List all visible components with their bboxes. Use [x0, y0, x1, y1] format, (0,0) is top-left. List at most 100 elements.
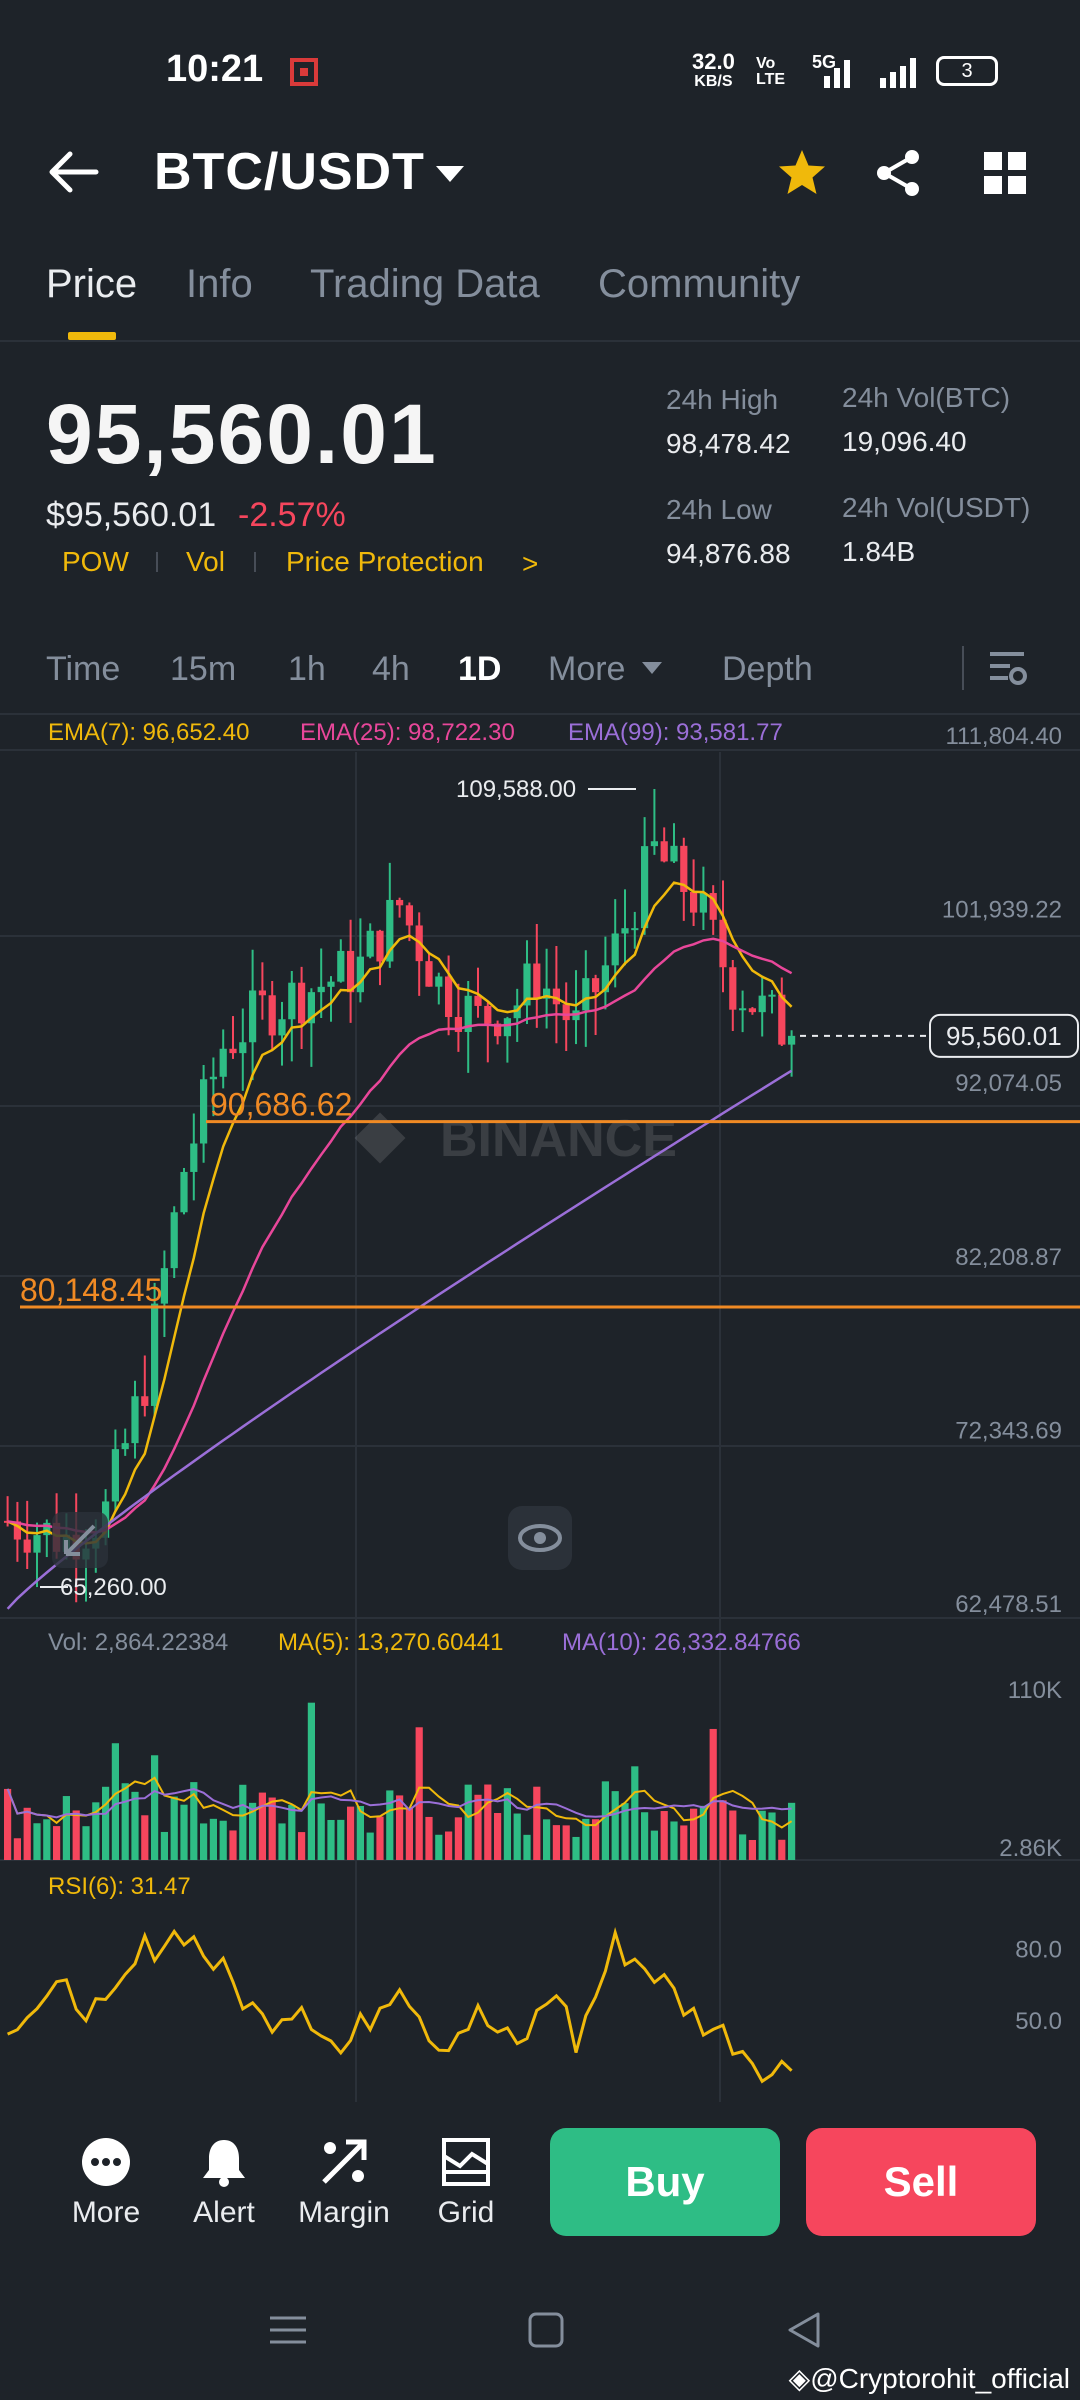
volume-bar	[160, 1831, 168, 1860]
timeframe-4h[interactable]: 4h	[372, 650, 410, 689]
volume-bar	[347, 1806, 355, 1860]
volume-bar	[474, 1794, 482, 1860]
horizontal-line-2-label: 80,148.45	[20, 1272, 162, 1308]
badge-price-protection[interactable]: Price Protection	[286, 546, 484, 578]
volume-bar	[62, 1796, 70, 1860]
volume-bar	[670, 1821, 678, 1860]
nav-menu-icon[interactable]	[268, 2310, 308, 2350]
more-icon[interactable]	[80, 2136, 132, 2188]
candle-body	[151, 1303, 159, 1406]
timeframe-time[interactable]: Time	[46, 650, 120, 689]
volte-bottom: LTE	[756, 71, 786, 88]
eye-icon[interactable]	[508, 1506, 572, 1570]
nav-back-icon[interactable]	[784, 2310, 824, 2350]
candle-body	[562, 1004, 570, 1021]
volume-bar	[298, 1832, 306, 1860]
tab-active-indicator	[68, 332, 116, 340]
grid-button[interactable]: Grid	[416, 2196, 516, 2230]
candle-body	[278, 1019, 286, 1036]
expand-chart-icon[interactable]	[52, 1512, 108, 1568]
caret-down-icon[interactable]	[642, 662, 662, 674]
candle-body	[190, 1143, 198, 1172]
candle-body	[23, 1539, 31, 1553]
tab-info[interactable]: Info	[186, 262, 253, 307]
price-axis-tick: 111,804.40	[945, 723, 1062, 750]
volume-bar	[680, 1825, 688, 1860]
grid-bot-icon[interactable]	[440, 2136, 492, 2188]
tab-trading-data[interactable]: Trading Data	[310, 262, 540, 307]
volume-bar	[209, 1818, 217, 1860]
candle-body	[621, 928, 629, 934]
horizontal-line-1-label: 90,686.62	[210, 1087, 352, 1123]
volume-bar	[748, 1839, 756, 1860]
candle-body	[425, 961, 433, 987]
volume-bar	[356, 1805, 364, 1860]
candle-body	[445, 976, 453, 1017]
volume-bar	[552, 1825, 560, 1860]
candle-body	[121, 1443, 129, 1450]
tab-price[interactable]: Price	[46, 262, 137, 307]
network-speed-value: 32.0	[692, 49, 735, 74]
candle-body	[200, 1079, 208, 1144]
pair-dropdown-icon[interactable]	[436, 166, 464, 182]
stat-vol-btc-value: 19,096.40	[842, 426, 967, 457]
rsi-legend: RSI(6): 31.47	[48, 1873, 191, 1900]
volume-bar	[258, 1792, 266, 1860]
badge-vol[interactable]: Vol	[186, 546, 225, 578]
candle-body	[249, 990, 257, 1043]
volume-bar	[72, 1810, 80, 1860]
timeframe-1d[interactable]: 1D	[458, 650, 501, 689]
candle-body	[33, 1535, 41, 1553]
back-arrow-icon[interactable]	[48, 150, 100, 194]
candle-body	[533, 963, 541, 999]
notification-icon	[290, 58, 318, 86]
timeframe-15m[interactable]: 15m	[170, 650, 236, 689]
rsi-axis-tick: 80.0	[1015, 1937, 1062, 1964]
candle-body	[631, 928, 639, 931]
candle-body	[111, 1449, 119, 1502]
margin-button[interactable]: Margin	[294, 2196, 394, 2230]
candle-body	[582, 978, 590, 1011]
more-button[interactable]: More	[56, 2196, 156, 2230]
credit-watermark: ◈@Cryptorohit_official	[789, 2362, 1070, 2395]
volume-bar	[239, 1784, 247, 1860]
sell-button[interactable]: Sell	[806, 2128, 1036, 2236]
share-icon[interactable]	[874, 148, 924, 198]
candle-body	[298, 982, 306, 1024]
alert-button[interactable]: Alert	[174, 2196, 274, 2230]
chevron-right-icon[interactable]: >	[522, 548, 538, 580]
rsi-line	[6, 1927, 793, 2084]
ema7-legend: EMA(7): 96,652.40	[48, 719, 249, 746]
volume-bar	[170, 1796, 178, 1860]
badge-divider	[156, 552, 158, 572]
candle-body	[327, 981, 335, 987]
volume-bar	[111, 1743, 119, 1860]
candle-body	[219, 1048, 227, 1077]
candle-body	[209, 1076, 217, 1080]
timeframe-depth[interactable]: Depth	[722, 650, 813, 689]
favorite-star-icon[interactable]	[776, 148, 828, 198]
price-axis-tick: 62,478.51	[955, 1591, 1062, 1618]
candle-body	[641, 846, 649, 929]
tabs-divider	[0, 340, 1080, 342]
bell-icon[interactable]	[198, 2136, 250, 2188]
candle-body	[690, 891, 698, 913]
volume-bar	[719, 1800, 727, 1860]
status-time: 10:21	[166, 48, 264, 90]
timeframe-more[interactable]: More	[548, 650, 625, 689]
current-price-tag-text: 95,560.01	[946, 1021, 1062, 1051]
candle-body	[758, 995, 766, 1013]
buy-button[interactable]: Buy	[550, 2128, 780, 2236]
volume-bar	[376, 1816, 384, 1860]
chart-settings-icon[interactable]	[988, 648, 1028, 688]
pair-title[interactable]: BTC/USDT	[154, 142, 425, 202]
kline-chart[interactable]: BINANCE 90,686.62 80,148.45 95,560.01 10…	[0, 712, 1080, 2112]
margin-icon[interactable]	[318, 2136, 370, 2188]
volume-bar	[562, 1825, 570, 1860]
candle-body	[317, 986, 325, 993]
nav-home-icon[interactable]	[526, 2310, 566, 2350]
badge-pow[interactable]: POW	[62, 546, 129, 578]
timeframe-1h[interactable]: 1h	[288, 650, 326, 689]
grid-menu-icon[interactable]	[984, 152, 1026, 194]
tab-community[interactable]: Community	[598, 262, 800, 307]
